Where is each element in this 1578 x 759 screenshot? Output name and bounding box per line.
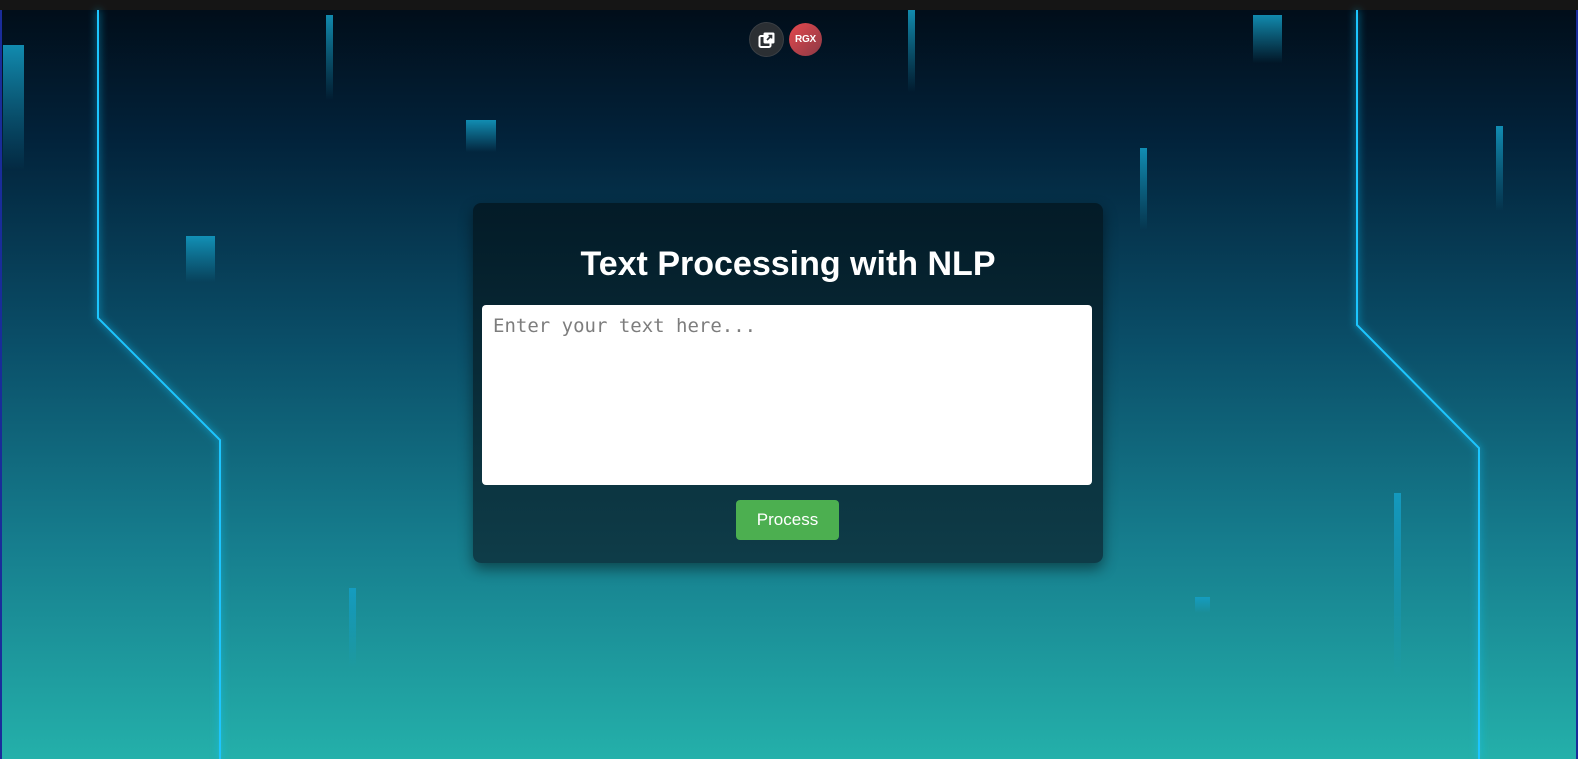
- light-bar: [326, 15, 333, 100]
- external-window-icon[interactable]: [750, 23, 783, 56]
- process-button[interactable]: Process: [736, 500, 839, 540]
- left-edge-line: [0, 10, 2, 759]
- external-window-glyph: [758, 32, 774, 48]
- right-circuit-line: [1356, 10, 1480, 759]
- rgx-extension-button[interactable]: RGX: [789, 23, 822, 56]
- left-circuit-line: [97, 10, 221, 759]
- text-input[interactable]: [482, 305, 1092, 485]
- light-bar: [1140, 148, 1147, 230]
- light-bar: [1394, 493, 1401, 678]
- extension-toolbar: RGX: [750, 23, 822, 56]
- light-bar: [1253, 15, 1282, 63]
- light-bar: [466, 120, 496, 152]
- browser-top-bar: [0, 0, 1578, 10]
- nlp-card: Text Processing with NLP Process: [473, 203, 1103, 563]
- light-bar: [1496, 126, 1503, 211]
- page-title: Text Processing with NLP: [580, 245, 996, 283]
- light-bar: [1195, 597, 1210, 613]
- light-bar: [186, 236, 215, 282]
- rgx-label: RGX: [794, 34, 817, 45]
- light-bar: [908, 10, 915, 92]
- light-bar: [3, 45, 24, 170]
- light-bar: [349, 588, 356, 668]
